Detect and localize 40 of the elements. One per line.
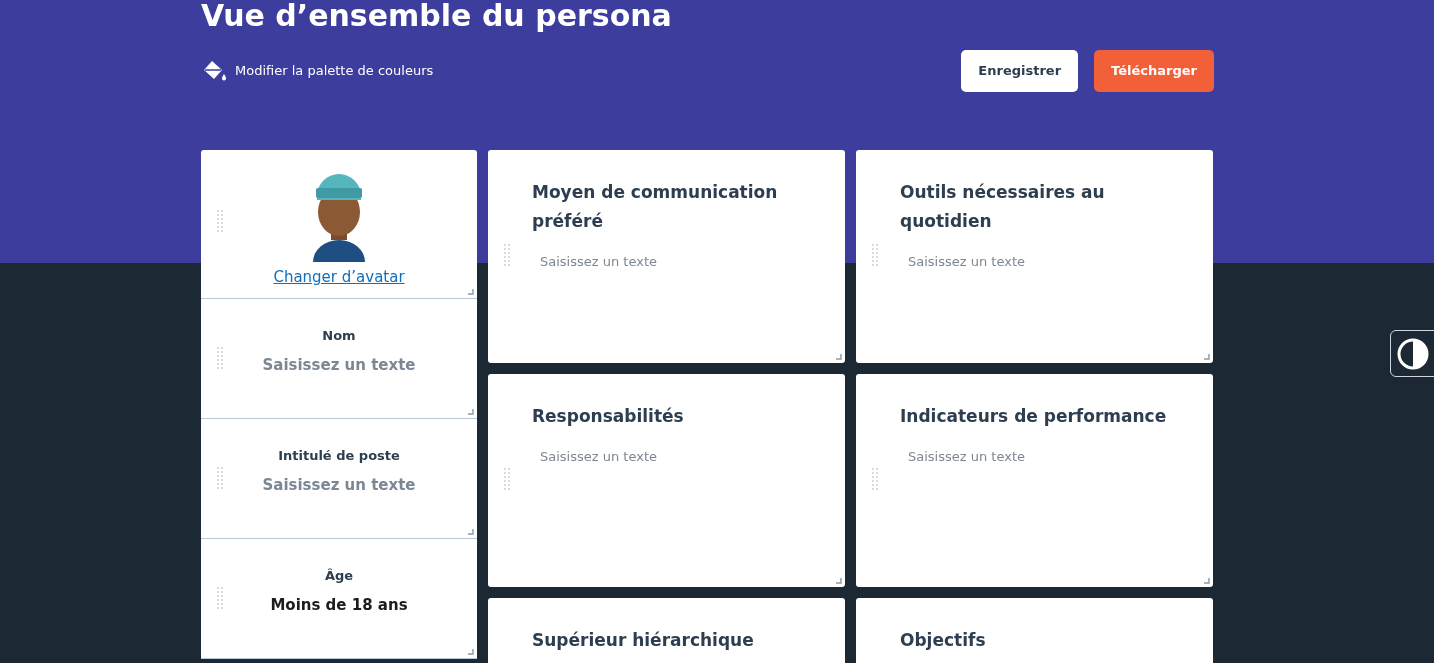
section-title: Objectifs <box>900 629 987 652</box>
contrast-icon <box>1395 336 1430 371</box>
field-placeholder[interactable]: Saisissez un texte <box>201 353 477 376</box>
section-title: Indicateurs de performance <box>900 405 1168 428</box>
resize-handle-icon[interactable] <box>1204 354 1210 360</box>
field-label: Nom <box>321 327 357 345</box>
resize-handle-icon[interactable] <box>836 578 842 584</box>
resize-handle-icon[interactable] <box>468 289 474 295</box>
drag-handle-icon[interactable] <box>217 210 223 234</box>
paint-bucket-icon <box>201 59 227 83</box>
resize-handle-icon[interactable] <box>836 354 842 360</box>
section-title: Outils nécessaires au quotidien <box>900 181 1106 233</box>
drag-handle-icon[interactable] <box>217 347 223 371</box>
page-title: Vue d’ensemble du persona <box>201 0 673 35</box>
palette-link[interactable]: Modifier la palette de couleurs <box>201 59 434 83</box>
field-label: Intitulé de poste <box>277 447 401 465</box>
section-title: Supérieur hiérarchique <box>532 629 755 652</box>
drag-handle-icon[interactable] <box>217 467 223 491</box>
text-placeholder[interactable]: Saisissez un texte <box>908 252 1193 272</box>
drag-handle-icon[interactable] <box>504 468 510 492</box>
contrast-toggle-button[interactable] <box>1390 330 1434 377</box>
text-placeholder[interactable]: Saisissez un texte <box>540 447 825 467</box>
drag-handle-icon[interactable] <box>872 244 878 268</box>
section-title: Responsabilités <box>532 405 685 428</box>
drag-handle-icon[interactable] <box>504 244 510 268</box>
drag-handle-icon[interactable] <box>217 587 223 611</box>
resize-handle-icon[interactable] <box>468 649 474 655</box>
download-button[interactable]: Télécharger <box>1094 50 1214 92</box>
section-title: Moyen de communication préféré <box>532 181 779 233</box>
avatar-link[interactable]: Changer d’avatar <box>273 266 405 289</box>
field-value[interactable]: Moins de 18 ans <box>201 593 477 616</box>
field-label: Âge <box>323 567 355 585</box>
field-placeholder[interactable]: Saisissez un texte <box>201 473 477 496</box>
text-placeholder[interactable]: Saisissez un texte <box>540 252 825 272</box>
resize-handle-icon[interactable] <box>468 409 474 415</box>
resize-handle-icon[interactable] <box>468 529 474 535</box>
resize-handle-icon[interactable] <box>1204 578 1210 584</box>
drag-handle-icon[interactable] <box>872 468 878 492</box>
save-button[interactable]: Enregistrer <box>961 50 1079 92</box>
text-placeholder[interactable]: Saisissez un texte <box>908 447 1193 467</box>
